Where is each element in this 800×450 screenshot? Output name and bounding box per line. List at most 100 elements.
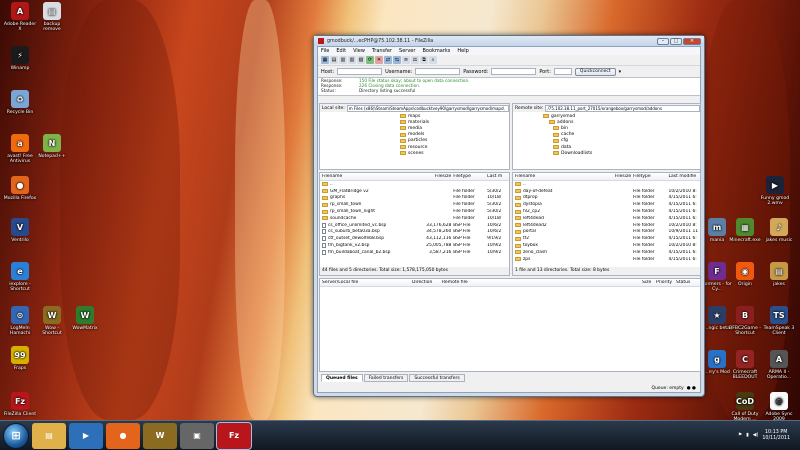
file-row[interactable]: zps File folder 4/15/2011 6: (513, 256, 700, 263)
file-row[interactable]: GM_FlatBridge v2 File folder 5/30/2 (320, 188, 509, 195)
column-filename[interactable]: Filename (513, 174, 607, 179)
file-row[interactable]: portal File folder 10/9/2011 11 (513, 229, 700, 236)
close-button[interactable]: × (683, 37, 701, 45)
remote-file-list-pane[interactable]: Filename Filesize Filetype Last modifie .. d… (512, 172, 701, 276)
desktop-icon-filezilla-client[interactable]: Fz FileZilla Client (3, 392, 37, 417)
desktop-icon-adobe-reader-x[interactable]: A Adobe Reader X (3, 2, 37, 32)
column-filesize[interactable]: Filesize (607, 174, 631, 179)
column-filesize[interactable]: Filesize (415, 174, 451, 179)
site-manager-icon[interactable]: ▦ (321, 56, 329, 64)
menu-view[interactable]: View (353, 48, 365, 54)
file-row[interactable]: left4dead File folder 4/15/2011 6: (513, 215, 700, 222)
reconnect-icon[interactable]: ⇆ (393, 56, 401, 64)
file-row[interactable]: fm_buildaboat_canal_b2.bsp 3,587,216 BSP F… (320, 249, 509, 256)
filter-icon[interactable]: ≡ (402, 56, 410, 64)
tab-successful-transfers[interactable]: Successful transfers (409, 374, 465, 382)
tree-item[interactable]: scenes (320, 150, 509, 156)
tray-network-icon[interactable]: ▮ (746, 433, 749, 438)
tab-queued-files[interactable]: Queued files (321, 374, 363, 382)
column-filetype[interactable]: Filetype (631, 174, 666, 179)
remote-tree-pane[interactable]: Remote site: /75.102.38.11_port_27015/or… (512, 103, 701, 170)
local-file-list[interactable]: .. GM_FlatBridge v2 File folder 5/30/2 graph… (320, 181, 509, 256)
file-row[interactable]: cs_office_unlimited_vc.bsp 33,176,628 BSP … (320, 222, 509, 229)
desktop-icon-avast-free-antivirus[interactable]: a avast! Free Antivirus (3, 134, 37, 164)
disconnect-icon[interactable]: ⇄ (384, 56, 392, 64)
file-row[interactable]: toybox File folder 10/2/2010 8: (513, 242, 700, 249)
file-row[interactable]: graphs File folder 10/18/ (320, 195, 509, 202)
taskbar-media-player[interactable]: ▶ (69, 422, 103, 449)
desktop-icon-bfbc2game-shortcut[interactable]: B BFBC2Game - Shortcut (728, 306, 762, 336)
remote-file-list[interactable]: .. day-of-defeat File folder 10/2/2010 8: dt… (513, 181, 700, 263)
desktop-icon-wowmatrix[interactable]: W WowMatrix (68, 306, 102, 331)
menu-bookmarks[interactable]: Bookmarks (422, 48, 450, 54)
search-icon[interactable]: ⌕ (429, 56, 437, 64)
local-file-list-pane[interactable]: Filename Filesize Filetype Last m .. GM_Flat… (319, 172, 510, 276)
compare-icon[interactable]: ⚖ (411, 56, 419, 64)
taskbar-screenshot[interactable]: ▣ (180, 422, 214, 449)
remote-path-input[interactable]: /75.102.38.11_port_27015/orangebox/garry… (545, 104, 700, 112)
file-row[interactable]: rp_small_town_night File folder 5/30/2 (320, 208, 509, 215)
transfer-queue-pane[interactable]: Server/Local file Direction Remote file Siz… (319, 278, 701, 372)
username-input[interactable] (415, 68, 461, 75)
desktop-icon-recycle-bin[interactable]: ♻ Recycle Bin (3, 90, 37, 115)
file-row[interactable]: .. (320, 181, 509, 188)
file-row[interactable]: rp_small_town File folder 5/30/2 (320, 201, 509, 208)
desktop-icon-iexplore-shortcut[interactable]: e iexplore - Shortcut (3, 262, 37, 292)
sync-browse-icon[interactable]: ⧉ (420, 56, 428, 64)
desktop-icon-logmein-hamachi[interactable]: ⊙ LogMeIn Hamachi (3, 306, 37, 336)
column-last-m[interactable]: Last m (485, 174, 509, 179)
queue-column-priority[interactable]: Priority (654, 280, 674, 285)
desktop-icon-wow-shortcut[interactable]: W Wow - Shortcut (35, 306, 69, 336)
quickconnect-dropdown-icon[interactable]: ▾ (619, 69, 622, 75)
local-path-input[interactable]: m Files (x86)\Steam\SteamApps\codbucktve… (346, 104, 509, 112)
desktop-icon-jakes-music[interactable]: ♪ jakes music (762, 218, 796, 243)
local-tree-pane[interactable]: Local site: m Files (x86)\Steam\SteamApp… (319, 103, 510, 170)
desktop-icon-origin[interactable]: ◉ Origin (728, 262, 762, 287)
queue-column-size[interactable]: Size (640, 280, 654, 285)
maximize-button[interactable]: □ (670, 37, 682, 45)
clock[interactable]: 10:13 PM 10/11/2011 (762, 430, 790, 442)
desktop-icon-fraps[interactable]: 99 Fraps (3, 346, 37, 371)
window-titlebar[interactable]: gmodbuck/...ecPHP@75.102.38.11 - FileZil… (314, 36, 704, 46)
start-button[interactable]: ⊞ (3, 422, 29, 449)
taskbar-explorer[interactable]: ▤ (32, 422, 66, 449)
queue-icon[interactable]: ▧ (357, 56, 365, 64)
menu-help[interactable]: Help (457, 48, 468, 54)
file-row[interactable]: day-of-defeat File folder 10/2/2010 8: (513, 188, 700, 195)
column-filename[interactable]: Filename (320, 174, 415, 179)
desktop-icon-mozilla-firefox[interactable]: ● Mozilla Firefox (3, 176, 37, 201)
file-row[interactable]: cs_suburb_beta03a.bsp 34,578,260 BSP File 1… (320, 229, 509, 236)
file-row[interactable]: fm_bigtank_v2.bsp 25,005,788 BSP File 10/9/… (320, 242, 509, 249)
file-row[interactable]: .. (513, 181, 700, 188)
menu-edit[interactable]: Edit (336, 48, 346, 54)
cancel-icon[interactable]: ✕ (375, 56, 383, 64)
desktop-icon-arma-ii-operatio[interactable]: A ARMA II - Operatio... (762, 350, 796, 380)
desktop-icon-crimecraft-bleedout[interactable]: C Crimecraft BLEEDOUT (728, 350, 762, 380)
file-row[interactable]: dystopia File folder 4/15/2011 6: (513, 201, 700, 208)
taskbar-firefox[interactable]: ● (106, 422, 140, 449)
desktop-icon-adobe-sync-2009[interactable]: @Adobe Sync 2009 (762, 392, 796, 422)
file-row[interactable]: tf2 File folder 4/15/2011 6: (513, 235, 700, 242)
desktop-icon-teamspeak-3-client[interactable]: TS TeamSpeak 3 Client (762, 306, 796, 336)
menu-transfer[interactable]: Transfer (372, 48, 392, 54)
taskbar-wow[interactable]: W (143, 422, 177, 449)
file-row[interactable]: ctf_outset_dewolfeb8.bsp 43,112,116 BSP Fi… (320, 235, 509, 242)
file-row[interactable]: left4dead2 File folder 10/2/2010 8: (513, 222, 700, 229)
column-filetype[interactable]: Filetype (451, 174, 485, 179)
directory-tree-icon[interactable]: ▥ (339, 56, 347, 64)
file-row[interactable]: dtprop File folder 4/15/2011 6: (513, 195, 700, 202)
desktop-icon-funny-gmod-2-wmv[interactable]: ▶ Funny gmod 2.wmv (758, 176, 792, 206)
queue-column-direction[interactable]: Direction (410, 280, 440, 285)
tab-failed-transfers[interactable]: Failed transfers (363, 374, 409, 382)
filezilla-window[interactable]: gmodbuck/...ecPHP@75.102.38.11 - FileZil… (313, 35, 705, 397)
desktop-icon-minecraft-exe[interactable]: ▦ Minecraft.exe (728, 218, 762, 243)
column-last-modifie[interactable]: Last modifie (667, 174, 700, 179)
tray-volume-icon[interactable]: ◀) (753, 433, 759, 438)
password-input[interactable] (491, 68, 537, 75)
refresh-icon[interactable]: ⟳ (366, 56, 374, 64)
message-log[interactable]: Response: 150 File status okay; about to … (318, 78, 700, 96)
local-file-list-header[interactable]: Filename Filesize Filetype Last m (320, 173, 509, 181)
file-row[interactable]: hl2_cp2 File folder 4/15/2011 6: (513, 208, 700, 215)
taskbar-filezilla[interactable]: Fz (216, 421, 252, 450)
remote-file-list-header[interactable]: Filename Filesize Filetype Last modifie (513, 173, 700, 181)
